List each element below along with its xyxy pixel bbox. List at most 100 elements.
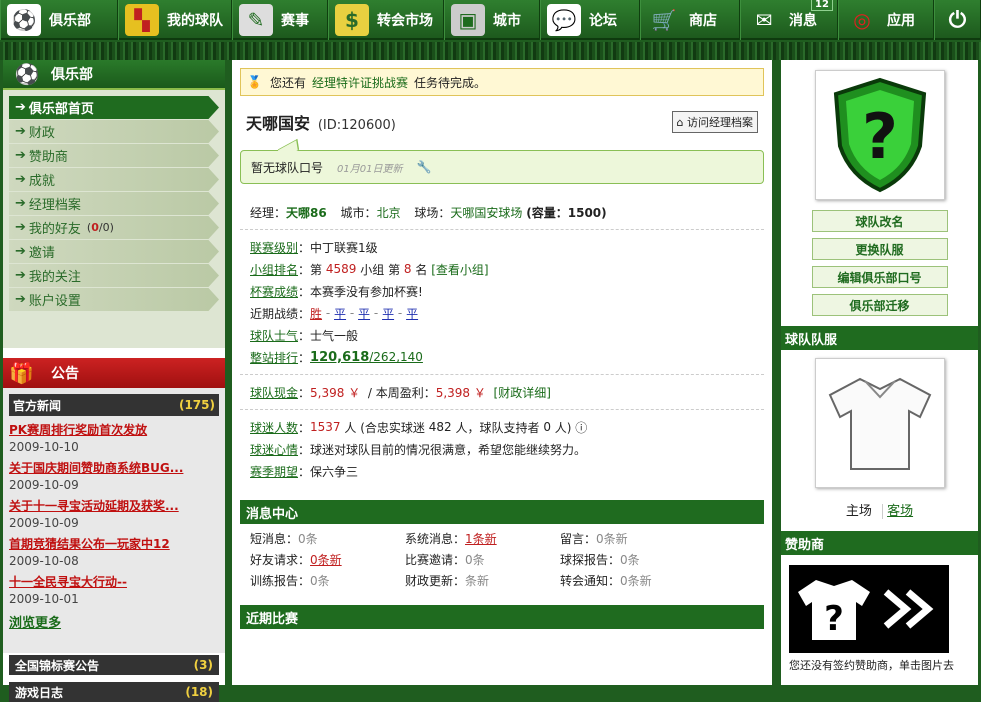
rename-team-button[interactable]: 球队改名 [811,210,948,232]
edit-slogan-button[interactable]: 编辑俱乐部口号 [811,266,948,288]
money-bag-icon: $ [335,4,369,36]
msg-value[interactable]: 1条新 [465,530,497,547]
msg-value[interactable]: 0条新 [620,572,652,589]
official-news-header[interactable]: 官方新闻 (175) [9,394,219,416]
msg-value[interactable]: 0条新 [596,530,628,547]
recent-result[interactable]: 平 [382,305,394,322]
visit-manager-profile-button[interactable]: ⌂ 访问经理档案 [671,111,758,133]
news-link[interactable]: 首期竞猜结果公布一玩家中12 [9,535,219,552]
nav-label: 转会市场 [377,13,433,29]
challenge-link[interactable]: 经理特许证挑战赛 [312,74,408,91]
msg-value[interactable]: 0条 [310,572,330,589]
site-rank-value[interactable]: 120,618 [310,350,369,365]
top-nav: ⚽ 俱乐部 ▚ 我的球队 ✎ 赛事 $ 转会市场 ▣ 城市 💬 论坛 🛒 商店 … [0,0,981,40]
recent-key: 近期战绩： [250,306,311,321]
help-icon[interactable]: ⓘ [575,419,587,436]
menu-manager-profile[interactable]: ➔ 经理档案 [9,192,219,215]
site-rank-key[interactable]: 整站排行 [250,349,298,366]
nav-shop[interactable]: 🛒 商店 [640,0,740,40]
sponsor-shirt-arrow-icon: ? [798,580,934,640]
msg-key: 球探报告： [560,553,621,567]
recent-result[interactable]: 平 [358,305,370,322]
game-log-header[interactable]: 游戏日志 (18) [9,682,219,702]
relocate-club-button[interactable]: 俱乐部迁移 [811,294,948,316]
news-link[interactable]: 关于国庆期间赞助商系统BUG... [9,459,219,476]
menu-club-home[interactable]: ➔ 俱乐部首页 [9,96,219,119]
nav-city[interactable]: ▣ 城市 [444,0,540,40]
city-link[interactable]: 北京 [377,206,401,220]
logout-button[interactable]: ⏻ [934,0,981,40]
change-kit-button[interactable]: 更换队服 [811,238,948,260]
menu-sponsor[interactable]: ➔ 赞助商 [9,144,219,167]
menu-label: 邀请 [28,246,55,261]
game-log-label: 游戏日志 [15,685,64,700]
nav-transfer[interactable]: $ 转会市场 [328,0,444,40]
profit-key: / 本周盈利： [367,385,436,400]
mood-value: 球迷对球队目前的情况很满意，希望您能继续努力。 [310,442,587,457]
manager-link[interactable]: 天哪86 [286,206,327,220]
league-key[interactable]: 联赛级别 [250,239,298,256]
profit-value: 5,398 ￥ [435,385,486,400]
menu-achievements[interactable]: ➔ 成就 [9,168,219,191]
cup-key[interactable]: 杯赛成绩 [250,283,298,300]
menu-finance[interactable]: ➔ 财政 [9,120,219,143]
msg-system: 系统消息： 1条新 [405,528,560,549]
browse-more-link[interactable]: 浏览更多 [9,612,219,631]
mail-icon: ✉ [755,8,773,32]
team-id: (ID:120600) [317,118,396,133]
nav-forum[interactable]: 💬 论坛 [540,0,640,40]
arrow-icon: ➔ [15,172,26,187]
menu-invite[interactable]: ➔ 邀请 [9,240,219,263]
finance-detail-link[interactable]: [财政详细] [494,384,551,401]
news-date: 2009-10-09 [9,516,79,530]
menu-following[interactable]: ➔ 我的关注 [9,264,219,287]
morale-key[interactable]: 球队士气 [250,327,298,344]
sponsor-image[interactable]: ? [789,565,949,653]
nav-club[interactable]: ⚽ 俱乐部 [0,0,118,40]
nav-apps[interactable]: ◎ 应用 [838,0,934,40]
news-item: 关于十一寻宝活动延期及获奖... 2009-10-09 [9,497,219,530]
msg-value[interactable]: 0条 [465,551,485,568]
news-link[interactable]: PK赛周排行奖励首次发放 [9,421,219,438]
nav-label: 应用 [887,13,915,29]
championship-notice-header[interactable]: 全国锦标赛公告 (3) [9,655,219,675]
edit-wrench-icon[interactable]: 🔧 [416,160,431,174]
cash-key[interactable]: 球队现金 [250,384,298,401]
group-key[interactable]: 小组排名 [250,261,298,278]
view-group-link[interactable]: [查看小组] [431,261,488,278]
news-link[interactable]: 关于十一寻宝活动延期及获奖... [9,497,219,514]
msg-value[interactable]: 条新 [465,572,489,589]
group-text: 小组 第 [360,262,401,277]
friends-count: (0/0) [86,221,114,234]
shirt-icon [828,377,931,470]
stadium-link[interactable]: 天哪国安球场 [450,206,522,220]
fans-value: 1537 [310,420,341,434]
mood-key[interactable]: 球迷心情 [250,441,298,458]
msg-guestbook: 留言： 0条新 [560,528,715,549]
news-link[interactable]: 十一全民寻宝大行动-- [9,573,219,590]
nav-message[interactable]: ✉ 消息 12 [740,0,838,40]
expect-key[interactable]: 赛季期望 [250,463,298,480]
msg-value[interactable]: 0条 [620,551,640,568]
city-key: 城市： [340,206,377,220]
msg-friend-request: 好友请求： 0条新 [250,549,405,570]
nav-match[interactable]: ✎ 赛事 [232,0,328,40]
recent-result[interactable]: 平 [334,305,346,322]
menu-account-settings[interactable]: ➔ 账户设置 [9,288,219,311]
msg-value[interactable]: 0条 [298,530,318,547]
msg-value[interactable]: 0条新 [310,551,342,568]
msg-key: 短消息： [250,532,299,546]
menu-friends[interactable]: ➔ 我的好友 (0/0) [9,216,219,239]
recent-result[interactable]: 平 [406,305,418,322]
league-row: 联赛级别：中丁联赛1级 [250,239,378,256]
recent-result[interactable]: 胜 [310,305,322,322]
fans-row: 球迷人数： 1537 人 (合忠实球迷 482 人，球队支持者 0 人) ⓘ [250,419,588,436]
recent-matches-title: 近期比赛 [246,611,299,627]
msg-finance-update: 财政更新： 条新 [405,570,560,591]
nav-team[interactable]: ▚ 我的球队 [118,0,232,40]
away-kit-tab[interactable]: 客场 [882,504,914,519]
news-item: 十一全民寻宝大行动-- 2009-10-01 [9,573,219,606]
fans-key[interactable]: 球迷人数 [250,419,298,436]
menu-label: 我的好友 [28,222,81,237]
home-kit-tab[interactable]: 主场 [846,504,872,519]
